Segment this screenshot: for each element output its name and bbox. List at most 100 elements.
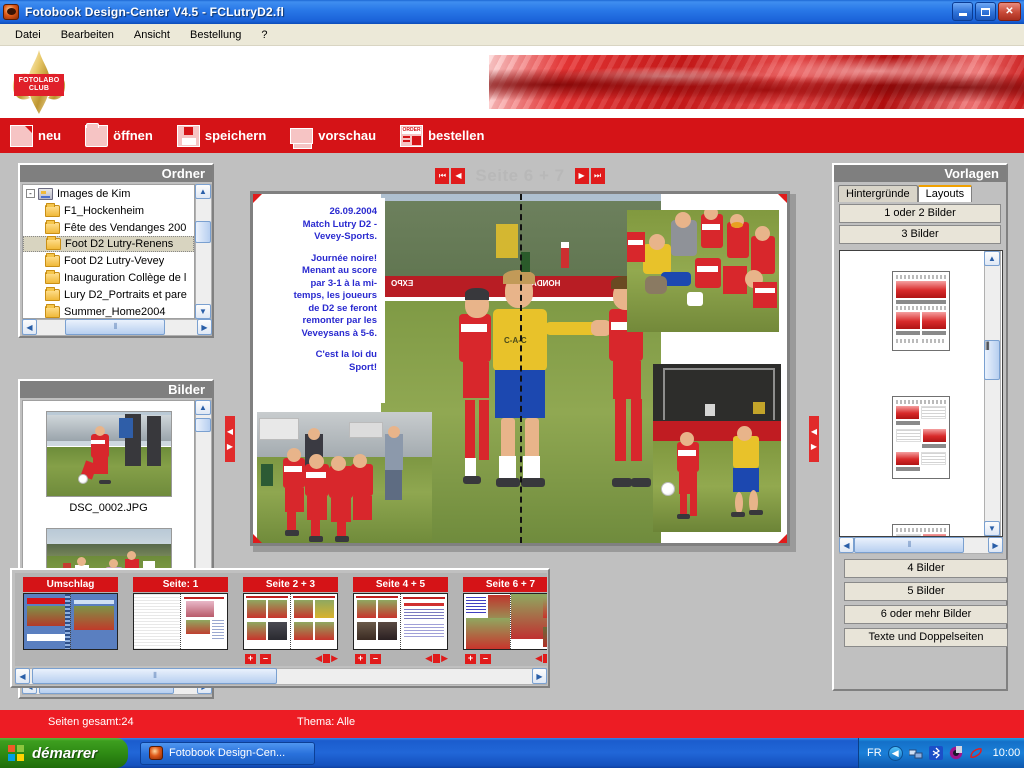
tab-hintergruende[interactable]: Hintergründe — [838, 185, 918, 202]
page-thumb-preview[interactable] — [133, 593, 228, 650]
next-page-button[interactable]: ▶ — [574, 168, 589, 184]
remove-page-button[interactable]: – — [480, 653, 491, 664]
menu-item-ansicht[interactable]: Ansicht — [125, 26, 179, 44]
page-thumb-seite-1[interactable]: Seite: 1 — [133, 577, 228, 650]
toolbar-button-oeffnen[interactable]: öffnen — [85, 122, 153, 147]
scroll-up-button[interactable]: ▲ — [195, 400, 211, 415]
layout-thumbnail[interactable] — [892, 271, 950, 351]
vscroll-thumb[interactable] — [195, 221, 211, 243]
layouts-hscrollbar[interactable]: ◀ ⦀ ▶ — [839, 537, 1003, 554]
category-1-oder-2-bilder[interactable]: 1 oder 2 Bilder — [839, 204, 1001, 223]
antivirus-icon[interactable] — [969, 746, 983, 760]
media-icon[interactable] — [949, 746, 963, 760]
page-thumb-seite-4-5[interactable]: Seite 4 + 5 + – ◀ ▶ — [353, 577, 448, 664]
category-3-bilder[interactable]: 3 Bilder — [839, 225, 1001, 244]
menu-item-help[interactable]: ? — [252, 26, 276, 44]
image-thumbnail[interactable] — [45, 411, 172, 497]
page-thumb-preview[interactable] — [23, 593, 118, 650]
category-5-bilder[interactable]: 5 Bilder — [844, 582, 1008, 601]
expander-icon[interactable]: - — [26, 189, 35, 198]
add-page-button[interactable]: + — [245, 653, 256, 664]
strip-hscrollbar[interactable]: ◀ ⦀ ▶ — [15, 668, 547, 685]
scroll-right-button[interactable]: ▶ — [532, 668, 547, 684]
tree-item-images-de-kim[interactable]: - Images de Kim — [23, 185, 194, 202]
menu-item-datei[interactable]: Datei — [6, 26, 50, 44]
first-page-button[interactable]: ⏮ — [435, 168, 450, 184]
scroll-left-button[interactable]: ◀ — [15, 668, 30, 684]
page-thumb-umschlag[interactable]: Umschlag — [23, 577, 118, 650]
folder-tree[interactable]: - Images de Kim F1_Hockenheim Fête des V… — [22, 184, 195, 319]
toolbar-button-speichern[interactable]: speichern — [176, 124, 266, 147]
scroll-left-button[interactable]: ◀ — [839, 537, 854, 553]
tab-layouts[interactable]: Layouts — [917, 185, 973, 202]
taskbar-item-fotobook[interactable]: Fotobook Design-Cen... — [140, 741, 315, 765]
right-canvas-splitter[interactable]: ◀ ▶ — [809, 416, 819, 462]
layouts-list[interactable] — [839, 250, 1003, 537]
add-page-button[interactable]: + — [355, 653, 366, 664]
network-icon[interactable] — [908, 746, 923, 760]
folder-tree-hscrollbar[interactable]: ◀ ⦀ ▶ — [22, 319, 212, 336]
tree-item-lury-d2-portraits[interactable]: Lury D2_Portraits et pare — [23, 286, 194, 303]
hscroll-thumb[interactable]: ⦀ — [32, 668, 277, 684]
move-page-button[interactable]: ◀▶ — [535, 653, 547, 664]
scroll-up-button[interactable]: ▲ — [195, 184, 211, 199]
page-canvas[interactable]: EXPO HONDA C-A-C 26.09.2004 Match Lutry … — [250, 191, 790, 546]
remove-page-button[interactable]: – — [260, 653, 271, 664]
bluetooth-icon[interactable] — [928, 746, 943, 760]
tray-expand-icon[interactable]: ◀ — [887, 745, 903, 761]
scroll-up-button[interactable]: ▲ — [984, 251, 1000, 266]
page-thumb-preview[interactable] — [463, 593, 547, 650]
remove-page-button[interactable]: – — [370, 653, 381, 664]
category-4-bilder[interactable]: 4 Bilder — [844, 559, 1008, 578]
tray-clock[interactable]: 10:00 — [993, 747, 1021, 759]
page-thumb-seite-6-7[interactable]: Seite 6 + 7 + – ◀ — [463, 577, 547, 664]
left-canvas-splitter[interactable]: ◀ ▶ — [225, 416, 235, 462]
add-page-button[interactable]: + — [465, 653, 476, 664]
layouts-vscrollbar[interactable]: ▲ ⦀ ▼ — [984, 251, 1001, 536]
vscroll-thumb[interactable] — [195, 418, 211, 432]
scroll-right-button[interactable]: ▶ — [197, 319, 212, 335]
tray-language-indicator[interactable]: FR — [867, 747, 882, 759]
tree-item-f1-hockenheim[interactable]: F1_Hockenheim — [23, 202, 194, 219]
photo-bottom-right[interactable] — [653, 364, 781, 532]
scroll-left-button[interactable]: ◀ — [22, 319, 37, 335]
vscroll-thumb[interactable]: ⦀ — [984, 340, 1000, 380]
hscroll-thumb[interactable]: ⦀ — [65, 319, 165, 335]
start-button[interactable]: démarrer — [0, 738, 128, 768]
category-texte-und-doppelseiten[interactable]: Texte und Doppelseiten — [844, 628, 1008, 647]
layout-thumbnail[interactable] — [892, 524, 950, 536]
last-page-button[interactable]: ⏭ — [590, 168, 605, 184]
strip-scroll-area[interactable]: Umschlag Seite: 1 Seite 2 + 3 + – ◀ ▶ Se… — [15, 573, 547, 666]
folder-tree-vscrollbar[interactable]: ▲ ▼ — [195, 184, 212, 319]
menu-item-bestellung[interactable]: Bestellung — [181, 26, 250, 44]
nav-prev-group: ⏮ ◀ — [435, 168, 466, 184]
move-page-button[interactable]: ◀▶ — [425, 653, 448, 664]
scroll-right-button[interactable]: ▶ — [988, 537, 1003, 553]
toolbar-button-vorschau[interactable]: vorschau — [290, 127, 376, 149]
maximize-button[interactable] — [975, 2, 996, 21]
photo-bottom-left[interactable] — [257, 412, 432, 543]
category-6-oder-mehr-bilder[interactable]: 6 oder mehr Bilder — [844, 605, 1008, 624]
hscroll-thumb[interactable]: ⦀ — [854, 537, 964, 553]
page-thumb-seite-2-3[interactable]: Seite 2 + 3 + – ◀ ▶ — [243, 577, 338, 664]
tree-item-inauguration-college[interactable]: Inauguration Collège de l — [23, 269, 194, 286]
toolbar-button-neu[interactable]: neu — [10, 124, 61, 147]
tree-item-fete-des-vendanges[interactable]: Fête des Vendanges 200 — [23, 219, 194, 236]
prev-page-button[interactable]: ◀ — [451, 168, 466, 184]
page-thumb-preview[interactable] — [353, 593, 448, 650]
menu-item-bearbeiten[interactable]: Bearbeiten — [52, 26, 123, 44]
list-item[interactable]: DSC_0002.JPG — [45, 411, 172, 514]
close-button[interactable]: ✕ — [998, 2, 1021, 21]
scroll-down-button[interactable]: ▼ — [984, 521, 1000, 536]
page-thumb-preview[interactable] — [243, 593, 338, 650]
layout-thumbnail[interactable] — [892, 396, 950, 479]
photo-top-right[interactable] — [627, 210, 779, 332]
scroll-down-button[interactable]: ▼ — [195, 304, 211, 319]
page-text-block[interactable]: 26.09.2004 Match Lutry D2 - Vevey-Sports… — [257, 198, 385, 403]
tree-item-foot-d2-lutry-vevey[interactable]: Foot D2 Lutry-Vevey — [23, 252, 194, 269]
move-page-button[interactable]: ◀▶ — [315, 653, 338, 664]
minimize-button[interactable] — [952, 2, 973, 21]
tree-item-summer-home2004[interactable]: Summer_Home2004 — [23, 303, 194, 318]
toolbar-button-bestellen[interactable]: ORDER bestellen — [400, 124, 484, 147]
tree-item-foot-d2-lutry-renens[interactable]: Foot D2 Lutry-Renens — [23, 236, 194, 252]
